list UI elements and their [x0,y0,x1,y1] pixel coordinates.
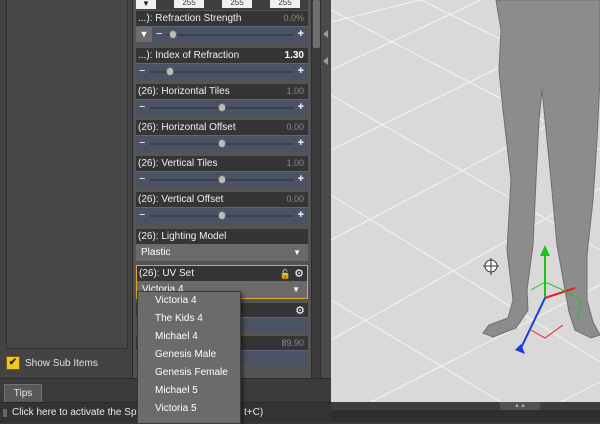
increment-button[interactable]: + [298,208,304,223]
dropdown-arrow-icon[interactable]: ▼ [136,27,152,42]
status-text[interactable]: Click here to activate the Sp [12,407,137,418]
menu-item-michael-5[interactable]: Michael 5 [138,382,240,400]
menu-item-genesis-male[interactable]: Genesis Male [138,346,240,364]
property-slider[interactable]: − + [136,135,308,152]
property-label: (26): Horizontal Tiles [138,86,230,97]
chevron-left-icon[interactable] [323,57,328,65]
property-refraction-strength: ...): Refraction Strength 0.0% ▼ − + [136,11,308,43]
chevron-down-icon: ▼ [293,248,301,257]
move-cursor-icon [483,258,499,275]
viewport-expand-tab[interactable]: ▲▲ [500,402,540,410]
color-blue-value[interactable]: 255 [270,0,300,8]
property-slider[interactable]: − + [136,63,308,80]
menu-item-victoria-5[interactable]: Victoria 5 [138,400,240,418]
property-value[interactable]: 0.00 [286,120,304,135]
property-horizontal-tiles: (26): Horizontal Tiles 1.00 − + [136,84,308,116]
menu-item-michael-4[interactable]: Michael 4 [138,328,240,346]
lighting-model-dropdown[interactable]: Plastic ▼ [136,244,308,261]
increment-button[interactable]: + [298,100,304,115]
slider-knob[interactable] [218,103,226,112]
property-value[interactable]: 1.00 [286,84,304,99]
dropdown-value: Plastic [141,247,171,258]
chevron-left-icon[interactable] [323,30,328,38]
uv-set-menu[interactable]: Victoria 4 The Kids 4 Michael 4 Genesis … [137,291,241,424]
slider-knob[interactable] [218,175,226,184]
property-label: (26): Horizontal Offset [138,122,236,133]
property-horizontal-offset: (26): Horizontal Offset 0.00 − + [136,120,308,152]
property-label: (26): UV Set [139,268,195,279]
menu-item-the-kids-4[interactable]: The Kids 4 [138,310,240,328]
property-label: (26): Vertical Offset [138,194,224,205]
property-vertical-offset: (26): Vertical Offset 0.00 − + [136,192,308,224]
increment-button[interactable]: + [298,64,304,79]
chevron-down-icon: ▼ [292,285,300,294]
scene-list-panel: ✔ Show Sub Items [0,0,133,378]
tab-tips[interactable]: Tips [4,384,42,402]
property-label: (26): Vertical Tiles [138,158,218,169]
checkmark-icon[interactable]: ✔ [6,356,20,370]
property-index-of-refraction: ...): Index of Refraction 1.30 − + [136,48,308,80]
menu-item-genesis-female[interactable]: Genesis Female [138,364,240,382]
property-vertical-tiles: (26): Vertical Tiles 1.00 − + [136,156,308,188]
color-green-value[interactable]: 255 [222,0,252,8]
status-grip [3,409,7,417]
increment-button[interactable]: + [298,27,304,42]
show-sub-items-label: Show Sub Items [25,357,98,369]
slider-knob[interactable] [166,67,174,76]
property-value[interactable]: 0.0% [283,11,304,26]
property-slider[interactable]: − + [136,171,308,188]
color-red-value[interactable]: 255 [174,0,204,8]
property-value[interactable]: 89.90 [281,336,304,351]
menu-item-victoria-4[interactable]: Victoria 4 [138,292,240,310]
property-value[interactable]: 1.30 [285,48,304,63]
decrement-button[interactable]: − [156,27,162,42]
status-bar-right [331,410,600,422]
viewport-bottom-bar [331,402,600,410]
decrement-button[interactable]: − [139,64,145,79]
figure-model[interactable] [482,0,600,339]
property-value[interactable]: 1.00 [286,156,304,171]
slider-knob[interactable] [218,211,226,220]
decrement-button[interactable]: − [139,136,145,151]
property-label: ...): Refraction Strength [138,13,242,24]
slider-knob[interactable] [169,30,177,39]
property-value[interactable]: 0.00 [286,192,304,207]
decrement-button[interactable]: − [139,172,145,187]
property-slider[interactable]: − + [136,207,308,224]
property-slider[interactable]: − + [136,99,308,116]
show-sub-items-checkbox[interactable]: ✔ Show Sub Items [6,354,130,372]
status-shortcut-text: t+C) [244,407,264,418]
scene-list[interactable] [6,0,128,349]
property-lighting-model: (26): Lighting Model Plastic ▼ [136,229,308,261]
decrement-button[interactable]: − [139,208,145,223]
property-label: (26): Lighting Model [136,229,308,244]
increment-button[interactable]: + [298,172,304,187]
color-dropdown-arrow[interactable]: ▼ [136,0,156,9]
lock-icon[interactable]: 🔓 [280,267,291,282]
3d-viewport[interactable] [331,0,600,402]
property-slider[interactable]: ▼ − + [136,26,308,43]
property-label: ...): Index of Refraction [138,50,240,61]
slider-knob[interactable] [218,139,226,148]
scrollbar-thumb[interactable] [313,0,320,48]
decrement-button[interactable]: − [139,100,145,115]
color-row: ▼ 255 255 255 [136,0,308,10]
viewport-scene [331,0,600,402]
increment-button[interactable]: + [298,136,304,151]
gear-icon[interactable]: ⚙ [294,267,304,282]
